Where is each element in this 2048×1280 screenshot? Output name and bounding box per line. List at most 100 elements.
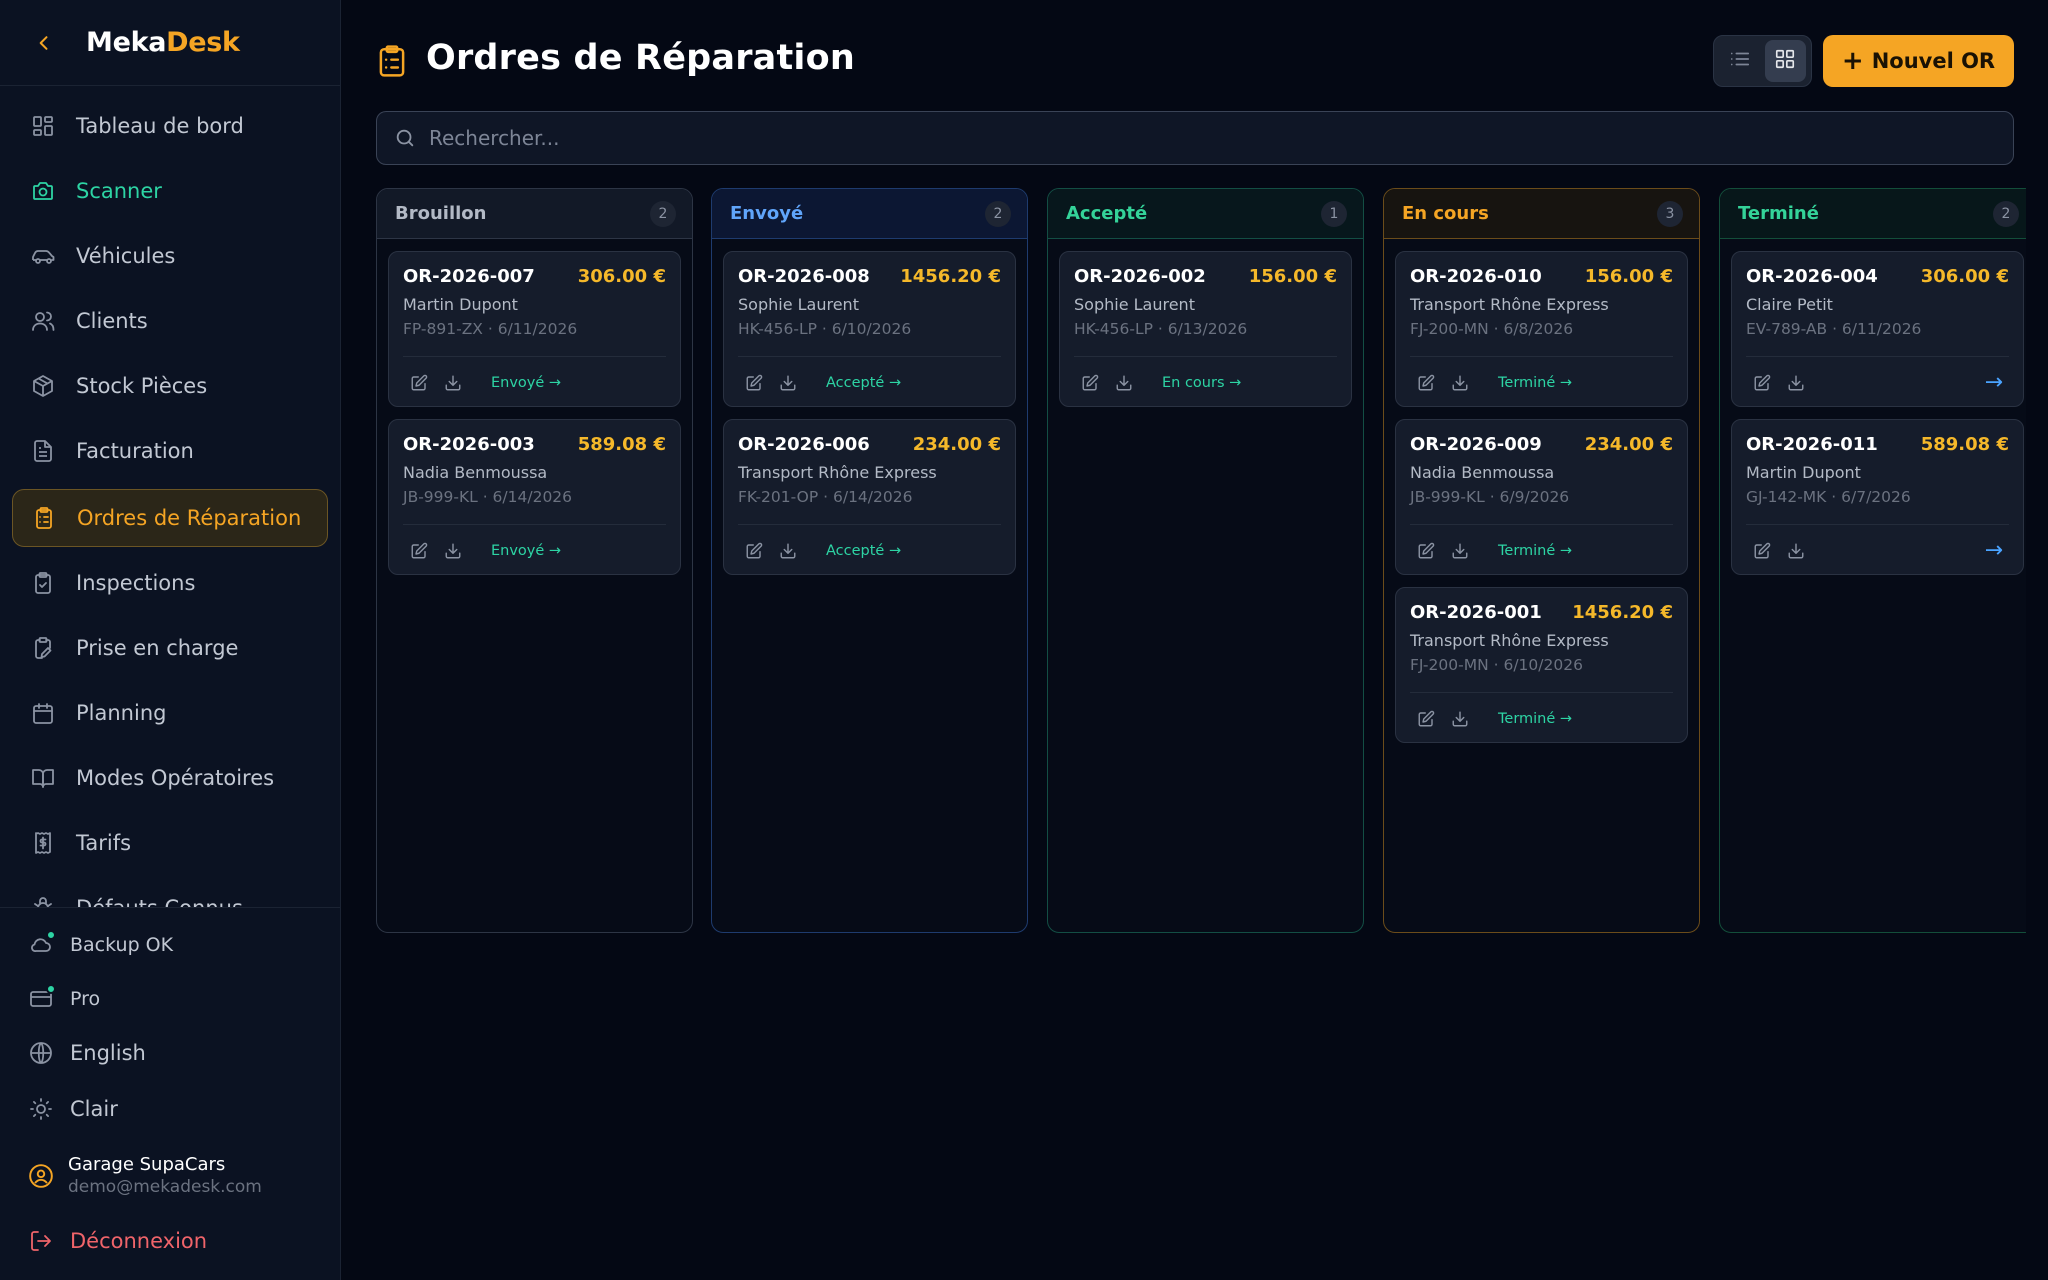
download-icon[interactable] bbox=[778, 373, 798, 393]
order-plate-date: FJ-200-MN · 6/8/2026 bbox=[1410, 320, 1574, 338]
order-id: OR-2026-004 bbox=[1746, 266, 1878, 287]
view-toggle bbox=[1713, 35, 1812, 87]
new-button-label: Nouvel OR bbox=[1871, 49, 1996, 73]
download-icon[interactable] bbox=[443, 373, 463, 393]
credit-card-icon bbox=[28, 984, 56, 1012]
edit-icon[interactable] bbox=[1080, 373, 1100, 393]
edit-icon[interactable] bbox=[1416, 541, 1436, 561]
clipboard-pen-icon bbox=[30, 635, 56, 661]
book-open-icon bbox=[30, 765, 56, 791]
sidebar-item-scanner[interactable]: Scanner bbox=[12, 162, 328, 220]
sidebar-item-tariffs[interactable]: Tarifs bbox=[12, 814, 328, 872]
column-title: Terminé bbox=[1738, 203, 1819, 224]
edit-icon[interactable] bbox=[1752, 373, 1772, 393]
sidebar-item-label: Tableau de bord bbox=[76, 114, 244, 138]
edit-icon[interactable] bbox=[1752, 541, 1772, 561]
clipboard-check-icon bbox=[30, 570, 56, 596]
advance-status-button[interactable]: Envoyé → bbox=[491, 375, 561, 391]
chevron-left-icon[interactable] bbox=[32, 31, 56, 55]
order-plate-date: EV-789-AB · 6/11/2026 bbox=[1746, 320, 1922, 338]
order-id: OR-2026-010 bbox=[1410, 266, 1542, 287]
sidebar-item-repair-orders[interactable]: Ordres de Réparation bbox=[12, 489, 328, 547]
edit-icon[interactable] bbox=[1416, 709, 1436, 729]
repair-order-card[interactable]: OR-2026-004 306.00 € Claire Petit EV-789-AB… bbox=[1731, 251, 2024, 407]
download-icon[interactable] bbox=[1450, 373, 1470, 393]
kanban-view-button[interactable] bbox=[1764, 40, 1806, 82]
order-id: OR-2026-002 bbox=[1074, 266, 1206, 287]
download-icon[interactable] bbox=[443, 541, 463, 561]
theme-switch[interactable]: Clair bbox=[28, 1096, 118, 1122]
download-icon[interactable] bbox=[1450, 709, 1470, 729]
order-client: Nadia Benmoussa bbox=[1410, 463, 1555, 482]
sidebar-item-label: Véhicules bbox=[76, 244, 176, 268]
edit-icon[interactable] bbox=[409, 373, 429, 393]
sidebar-item-procedures[interactable]: Modes Opératoires bbox=[12, 749, 328, 807]
advance-status-button[interactable]: → bbox=[1985, 370, 2003, 395]
order-plate-date: JB-999-KL · 6/14/2026 bbox=[403, 488, 573, 506]
sidebar-item-planning[interactable]: Planning bbox=[12, 684, 328, 742]
cloud-icon bbox=[28, 930, 56, 958]
repair-order-card[interactable]: OR-2026-008 1456.20 € Sophie Laurent HK-456… bbox=[723, 251, 1016, 407]
order-plate-date: JB-999-KL · 6/9/2026 bbox=[1410, 488, 1570, 506]
sidebar-item-vehicles[interactable]: Véhicules bbox=[12, 227, 328, 285]
sidebar-item-stock[interactable]: Stock Pièces bbox=[12, 357, 328, 415]
edit-icon[interactable] bbox=[744, 541, 764, 561]
repair-order-card[interactable]: OR-2026-011 589.08 € Martin Dupont GJ-142-M… bbox=[1731, 419, 2024, 575]
sidebar-item-intake[interactable]: Prise en charge bbox=[12, 619, 328, 677]
edit-icon[interactable] bbox=[1416, 373, 1436, 393]
advance-status-button[interactable]: Envoyé → bbox=[491, 543, 561, 559]
advance-status-button[interactable]: Terminé → bbox=[1498, 543, 1572, 559]
order-client: Nadia Benmoussa bbox=[403, 463, 548, 482]
download-icon[interactable] bbox=[1114, 373, 1134, 393]
new-repair-order-button[interactable]: + Nouvel OR bbox=[1823, 35, 2014, 87]
advance-status-button[interactable]: → bbox=[1985, 538, 2003, 563]
repair-order-card[interactable]: OR-2026-003 589.08 € Nadia Benmoussa JB-999… bbox=[388, 419, 681, 575]
advance-status-button[interactable]: En cours → bbox=[1162, 375, 1241, 391]
page-title: Ordres de Réparation bbox=[426, 38, 855, 78]
column-in-progress: En cours 3 OR-2026-010 156.00 € Transport Rh… bbox=[1383, 188, 1700, 933]
order-client: Transport Rhône Express bbox=[1410, 295, 1609, 314]
download-icon[interactable] bbox=[1786, 373, 1806, 393]
column-header: Envoyé 2 bbox=[712, 189, 1027, 239]
plan-status[interactable]: Pro bbox=[28, 984, 101, 1012]
advance-status-button[interactable]: Terminé → bbox=[1498, 711, 1572, 727]
language-switch[interactable]: English bbox=[28, 1040, 146, 1066]
backup-status[interactable]: Backup OK bbox=[28, 930, 173, 958]
card-header: OR-2026-007 306.00 € bbox=[403, 266, 666, 287]
sidebar-item-clients[interactable]: Clients bbox=[12, 292, 328, 350]
sidebar-item-known-defects[interactable]: Défauts Connus bbox=[12, 879, 328, 907]
logout-icon bbox=[28, 1228, 54, 1254]
edit-icon[interactable] bbox=[409, 541, 429, 561]
download-icon[interactable] bbox=[778, 541, 798, 561]
edit-icon[interactable] bbox=[744, 373, 764, 393]
repair-order-card[interactable]: OR-2026-007 306.00 € Martin Dupont FP-891-Z… bbox=[388, 251, 681, 407]
order-client: Martin Dupont bbox=[1746, 463, 1861, 482]
sidebar-item-inspections[interactable]: Inspections bbox=[12, 554, 328, 612]
repair-order-card[interactable]: OR-2026-009 234.00 € Nadia Benmoussa JB-999… bbox=[1395, 419, 1688, 575]
language-label: English bbox=[70, 1041, 146, 1065]
logout-button[interactable]: Déconnexion bbox=[28, 1228, 207, 1254]
sidebar-item-billing[interactable]: Facturation bbox=[12, 422, 328, 480]
sidebar-item-dashboard[interactable]: Tableau de bord bbox=[12, 97, 328, 155]
order-amount: 589.08 € bbox=[577, 434, 666, 455]
order-id: OR-2026-006 bbox=[738, 434, 870, 455]
advance-status-button[interactable]: Accepté → bbox=[826, 375, 901, 391]
globe-icon bbox=[28, 1040, 54, 1066]
list-view-button[interactable] bbox=[1719, 40, 1761, 82]
search-input[interactable] bbox=[429, 126, 1929, 150]
advance-status-button[interactable]: Accepté → bbox=[826, 543, 901, 559]
column-done: Terminé 2 OR-2026-004 306.00 € Claire Petit E… bbox=[1719, 188, 2026, 933]
advance-status-button[interactable]: Terminé → bbox=[1498, 375, 1572, 391]
repair-order-card[interactable]: OR-2026-001 1456.20 € Transport Rhône Expr… bbox=[1395, 587, 1688, 743]
sidebar-header: MekaDesk bbox=[0, 0, 340, 86]
repair-order-card[interactable]: OR-2026-006 234.00 € Transport Rhône Expre… bbox=[723, 419, 1016, 575]
sidebar-item-label: Prise en charge bbox=[76, 636, 239, 660]
repair-order-card[interactable]: OR-2026-010 156.00 € Transport Rhône Expre… bbox=[1395, 251, 1688, 407]
download-icon[interactable] bbox=[1786, 541, 1806, 561]
plan-label: Pro bbox=[70, 988, 101, 1010]
user-profile[interactable]: Garage SupaCars demo@mekadesk.com bbox=[28, 1154, 262, 1197]
download-icon[interactable] bbox=[1450, 541, 1470, 561]
repair-order-card[interactable]: OR-2026-002 156.00 € Sophie Laurent HK-456-… bbox=[1059, 251, 1352, 407]
order-plate-date: FJ-200-MN · 6/10/2026 bbox=[1410, 656, 1583, 674]
column-title: Envoyé bbox=[730, 203, 804, 224]
